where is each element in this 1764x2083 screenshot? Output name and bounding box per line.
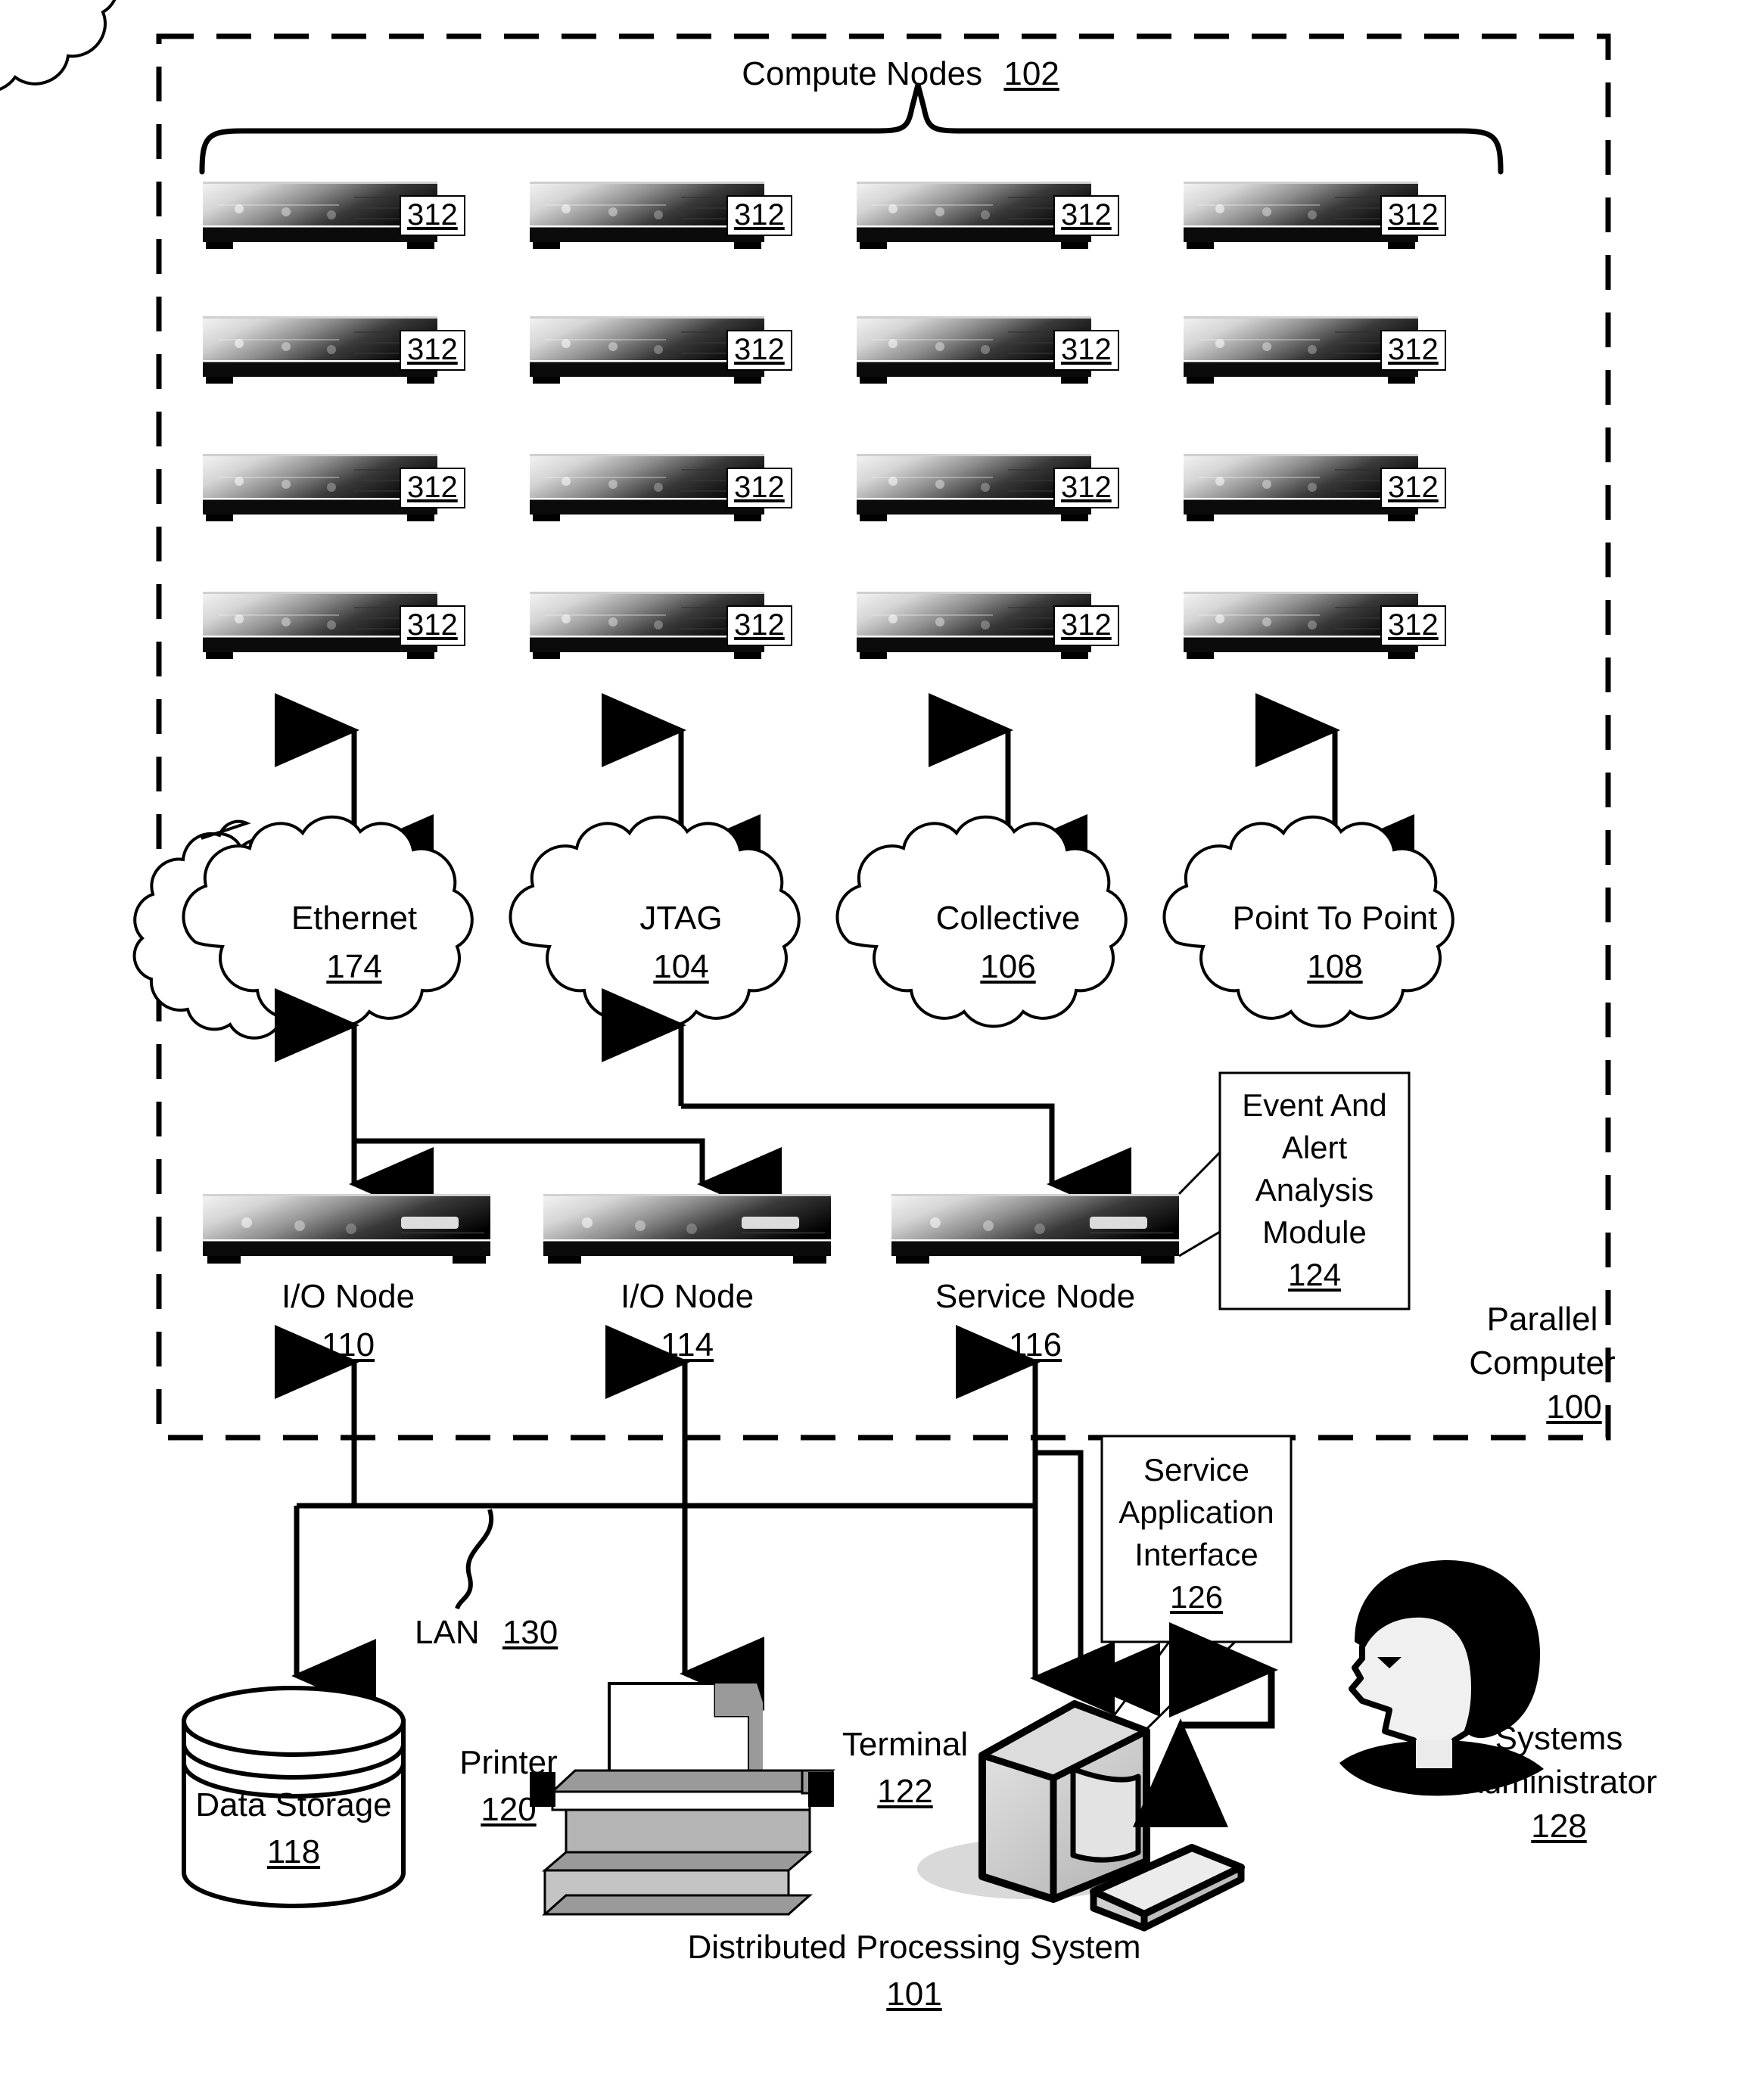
node-label-service-116: Service Node [935, 1278, 1136, 1315]
event-alert-line3: Analysis [1255, 1172, 1374, 1208]
admin-ref: 128 [1531, 1808, 1587, 1845]
service-app-line1: Service [1143, 1452, 1250, 1488]
event-alert-line1: Event And [1242, 1087, 1387, 1123]
admin-label-line1: Systems [1495, 1720, 1623, 1757]
event-alert-line4: Module [1262, 1214, 1367, 1250]
cloud-ref-jtag: 104 [653, 948, 709, 985]
terminal-label: Terminal [842, 1726, 969, 1763]
service-app-ref: 126 [1169, 1579, 1224, 1615]
service-app-line3: Interface [1134, 1537, 1258, 1572]
printer-ref: 120 [481, 1791, 537, 1828]
admin-label-line2: Administrator [1461, 1764, 1657, 1801]
compute-nodes-brace [199, 84, 1504, 175]
node-label-io-114: I/O Node [620, 1278, 754, 1315]
cloud-to-node-links [275, 988, 1131, 1221]
compute-node-ref: 312 [1380, 468, 1446, 508]
parallel-computer-ref: 100 [1546, 1388, 1602, 1425]
lan-uplinks [275, 1325, 1041, 1506]
io-service-nodes [203, 1194, 1179, 1264]
distributed-system-ref: 101 [886, 1976, 942, 2013]
distributed-system-label: Distributed Processing System [687, 1929, 1141, 1966]
compute-nodes-ref: 102 [1003, 55, 1059, 92]
parallel-computer-line2: Computer [1469, 1345, 1616, 1382]
data-storage-label: Data Storage [195, 1786, 392, 1823]
cloud-label-point-to-point: Point To Point [1232, 900, 1438, 937]
parallel-computer-line1: Parallel [1486, 1301, 1598, 1338]
compute-node-ref: 312 [400, 605, 465, 646]
lan-ref: 130 [502, 1614, 558, 1651]
admin-terminal-arrows [1133, 1622, 1278, 1827]
event-alert-ref: 124 [1287, 1257, 1342, 1292]
lan-label-text: LAN [415, 1614, 480, 1651]
lan-leader-line [455, 1509, 494, 1610]
printer-graphic [530, 1682, 835, 1916]
lan-label: LAN 130 [415, 1613, 558, 1652]
compute-node-ref: 312 [1053, 195, 1119, 236]
cloud-ref-point-to-point: 108 [1307, 948, 1363, 985]
compute-node-ref: 312 [1053, 468, 1119, 508]
cloud-label-ethernet: Ethernet [291, 900, 418, 937]
cloud-ref-collective: 106 [980, 948, 1036, 985]
compute-node-ref: 312 [726, 195, 792, 236]
compute-node-ref: 312 [1380, 605, 1446, 646]
cloud-ref-ethernet: 174 [326, 948, 382, 985]
node-label-io-110: I/O Node [281, 1278, 415, 1315]
compute-node-ref: 312 [726, 605, 792, 646]
systems-administrator-figure [1339, 1560, 1544, 1796]
printer-label: Printer [459, 1744, 558, 1781]
compute-node-ref: 312 [400, 195, 465, 236]
event-alert-callout-leader [1178, 1073, 1221, 1309]
node-ref-service-116: 116 [1008, 1326, 1062, 1363]
cloud-label-jtag: JTAG [639, 900, 723, 937]
data-storage-ref: 118 [266, 1833, 321, 1870]
compute-node-ref: 312 [726, 468, 792, 508]
compute-nodes-title: Compute Nodes 102 [742, 54, 1059, 94]
lan-bus [291, 1503, 1115, 1715]
node-network-arrows [275, 693, 1414, 888]
cloud-label-collective: Collective [935, 900, 1081, 937]
compute-node-ref: 312 [1053, 605, 1119, 646]
compute-node-ref: 312 [1380, 195, 1446, 236]
compute-nodes-label: Compute Nodes [742, 55, 983, 92]
compute-node-ref: 312 [1380, 330, 1446, 371]
node-ref-io-114: 114 [660, 1326, 714, 1363]
node-ref-io-110: 110 [321, 1326, 375, 1363]
service-app-line2: Application [1118, 1494, 1274, 1530]
compute-node-ref: 312 [400, 330, 465, 371]
compute-node-ref: 312 [1053, 330, 1119, 371]
patent-figure: Compute Nodes 102 312 312 312 312 312 31… [0, 0, 1764, 2083]
terminal-ref: 122 [877, 1773, 933, 1810]
compute-node-grid [203, 182, 1418, 659]
service-node-terminal-link [1032, 1450, 1160, 1717]
compute-node-ref: 312 [726, 330, 792, 371]
event-alert-line2: Alert [1281, 1130, 1348, 1165]
compute-node-ref: 312 [400, 468, 465, 508]
